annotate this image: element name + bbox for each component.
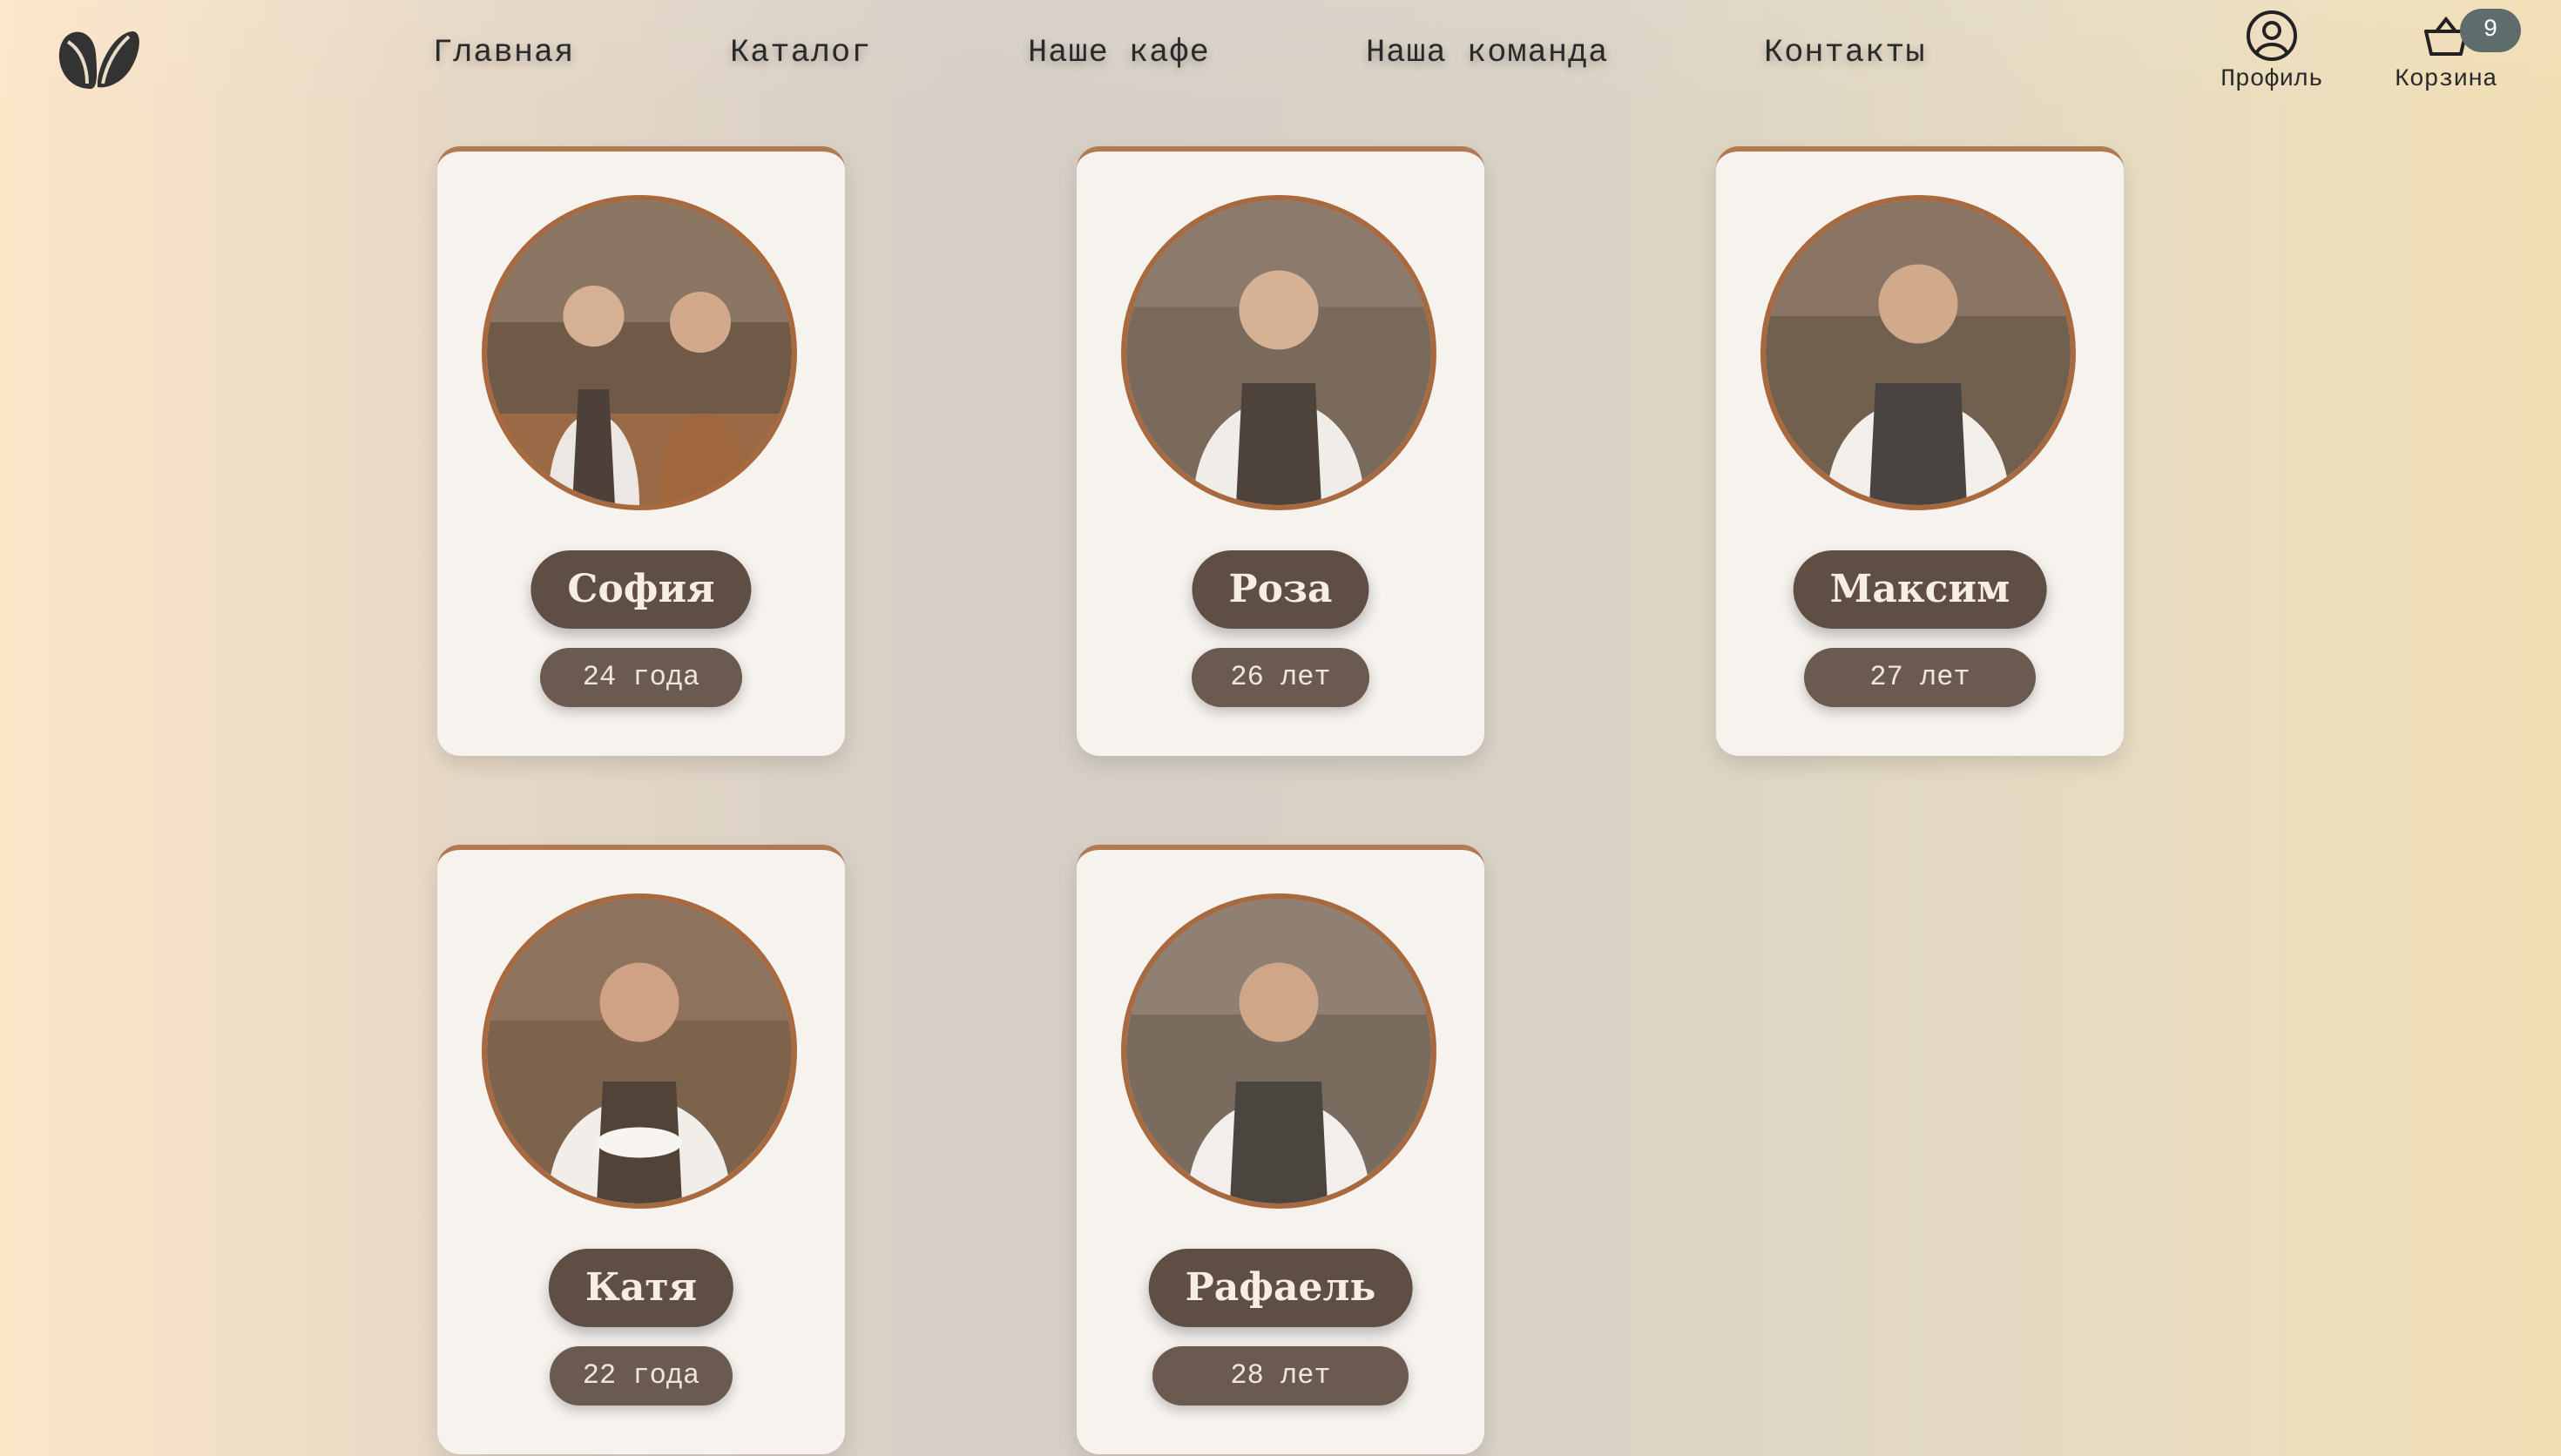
nav-our-team[interactable]: Наша команда	[1366, 35, 1608, 71]
team-card: Максим 27 лет	[1716, 146, 2124, 756]
barista-photo	[482, 195, 797, 510]
barista-name: Катя	[548, 1249, 734, 1327]
barista-age: 26 лет	[1192, 648, 1369, 707]
barista-photo	[1121, 893, 1436, 1209]
nav-home[interactable]: Главная	[433, 35, 574, 71]
profile-label: Профиль	[2220, 66, 2323, 93]
barista-name: Роза	[1192, 550, 1369, 629]
coffee-beans-logo[interactable]	[52, 19, 143, 92]
nav-our-cafe[interactable]: Наше кафе	[1028, 35, 1210, 71]
nav-contacts[interactable]: Контакты	[1764, 35, 1926, 71]
team-card: Рафаель 28 лет	[1077, 845, 1484, 1454]
team-card: Катя 22 года	[437, 845, 845, 1454]
team-card: Роза 26 лет	[1077, 146, 1484, 756]
cart-count-badge: 9	[2460, 9, 2521, 52]
profile-button[interactable]: Профиль	[2202, 9, 2341, 93]
site-header: Главная Каталог Наше кафе Наша команда К…	[0, 0, 2561, 118]
barista-name: Максим	[1793, 550, 2047, 629]
barista-age: 28 лет	[1152, 1346, 1409, 1405]
barista-age: 24 года	[540, 648, 742, 707]
barista-age: 22 года	[550, 1346, 733, 1405]
barista-photo	[482, 893, 797, 1209]
team-card: София 24 года	[437, 146, 845, 756]
barista-photo	[1760, 195, 2076, 510]
barista-photo	[1121, 195, 1436, 510]
nav-catalog[interactable]: Каталог	[730, 35, 871, 71]
barista-age: 27 лет	[1804, 648, 2036, 707]
barista-name: Рафаель	[1148, 1249, 1413, 1327]
barista-name: София	[530, 550, 752, 629]
user-circle-icon	[2247, 10, 2297, 61]
cart-label: Корзина	[2395, 66, 2497, 93]
cart-button[interactable]: Корзина 9	[2376, 9, 2521, 93]
